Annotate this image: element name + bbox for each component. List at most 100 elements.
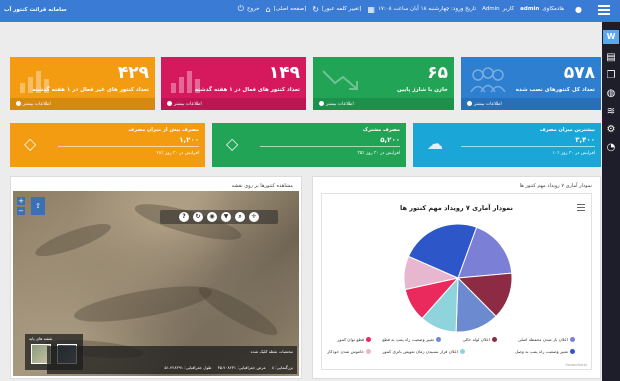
card-subtext: ۳۵٪ افزایش در ۳۰ روز (357, 151, 400, 156)
arrow-circle-icon (467, 101, 472, 106)
legend-label: تغییر وضعیت راه پمپ به وصل (515, 349, 568, 354)
legend-item[interactable]: اعلان لوله خالی (462, 337, 497, 342)
card-installed-meters: ۵۷۸ تعداد کل کنتورهای نصب شده اطلاعات بی… (461, 57, 601, 110)
zoom-in-button[interactable]: + (17, 197, 25, 205)
legend-swatch (492, 337, 497, 342)
legend-label: اعلان باز شدن محفظه اصلی (517, 337, 568, 342)
chart-container: نمودار آماری ۷ رویداد مهم کنتور ها اعلان… (321, 193, 592, 370)
more-info-label: اطلاعات بیشتر (474, 102, 502, 107)
more-info-link[interactable]: اطلاعات بیشتر (161, 98, 306, 110)
filter-icon[interactable]: ▼ (221, 212, 231, 222)
globe-icon[interactable]: ◍ (605, 88, 617, 100)
legend-label: قطع توان کنتور (337, 337, 364, 342)
legend-label: اعلان لوله خالی (462, 337, 491, 342)
chart-icon[interactable]: ◔ (605, 142, 617, 154)
cloud-icon: ☁ (427, 134, 443, 153)
more-info-label: اطلاعات بیشتر (174, 102, 202, 107)
chart-panel: نمودار آماری ۷ رویداد مهم کنتور ها نمودا… (312, 176, 601, 379)
layers-icon[interactable]: ≋ (605, 106, 617, 118)
legend-swatch (436, 337, 441, 342)
card-value: ۴۲۹ (117, 63, 149, 83)
card-value: ۵۷۸ (563, 63, 595, 83)
legend-item[interactable]: قطع توان کنتور (337, 337, 371, 342)
username: admin (520, 6, 540, 12)
login-date-label: تاریخ ورود: چهارشنبه ۱۸ آبان ساعت ۱۷:۰۸ (377, 6, 477, 12)
home-link[interactable]: ⌂ [صفحه اصلی] (266, 5, 307, 14)
arrow-circle-icon (16, 101, 21, 106)
change-password-label: [تغییر کلمه عبور] (322, 6, 362, 12)
latitude-value: عرض جغرافیایی: ۳۵.۷۰۸۲۳۱ (217, 365, 266, 370)
arrow-circle-icon (319, 101, 324, 106)
progress-bar (58, 146, 199, 147)
card-title: مصرف پیش از میزان مصرف (128, 127, 199, 133)
more-info-label: اطلاعات بیشتر (23, 102, 51, 107)
card-label: تعداد کنتور های فعال در ۱ هفته گذشته (194, 87, 300, 93)
change-password-link[interactable]: ↻ [تغییر کلمه عبور] (312, 5, 361, 14)
more-info-link[interactable]: اطلاعات بیشتر (313, 98, 454, 110)
card-title: مصرف مشترک (362, 127, 400, 133)
card-subtext: ۱۰٪ افزایش در ۳۰ روز (552, 151, 595, 156)
refresh-map-icon[interactable]: ↻ (193, 212, 203, 222)
calendar-icon: ▦ (367, 4, 375, 14)
progress-bar (260, 146, 400, 147)
chart-credit: fusioncharts (565, 363, 587, 367)
user-role: هادمکاوی (542, 6, 565, 12)
user-info: admin هادمکاوی ● (520, 5, 582, 14)
chart-menu-button[interactable] (577, 204, 585, 213)
exit-label: خروج (246, 6, 260, 12)
document-icon[interactable]: ▤ (605, 52, 617, 64)
chart-title: نمودار آماری ۷ رویداد مهم کنتور ها (400, 204, 513, 212)
tag-icon: ◇ (24, 134, 37, 153)
legend-swatch (366, 337, 371, 342)
arrow-circle-icon (167, 101, 172, 106)
legend-swatch (570, 349, 575, 354)
coordinates-panel: مختصات نقطه کلیک شده طول جغرافیایی: ۵۱.۴… (47, 346, 297, 374)
progress-bar (461, 146, 595, 147)
card-subtext: ۲۸٪ افزایش در ۳۰ روز (156, 151, 199, 156)
copy-icon[interactable]: ❐ (605, 70, 617, 82)
map-panel: مشاهده کنتورها بر روی نقشه + − ⇧ نقشه ها… (10, 176, 302, 379)
operator-name: Admin (482, 6, 500, 12)
zoom-out-button[interactable]: − (17, 207, 25, 215)
legend-item[interactable]: خاموش شدن خودکار (327, 349, 371, 354)
header-items: ⏻ خروج ⌂ [صفحه اصلی] ↻ [تغییر کلمه عبور]… (238, 4, 582, 14)
refresh-icon: ↻ (312, 4, 319, 14)
legend-item[interactable]: تغییر وضعیت راه پمپ به قطع (382, 337, 441, 342)
help-icon[interactable]: ? (179, 212, 189, 222)
card-low-battery: ۶۵ خازن با شارژ پایین اطلاعات بیشتر (313, 57, 454, 110)
legend-item[interactable]: تغییر وضعیت راه پمپ به وصل (515, 349, 575, 354)
legend-item[interactable]: اعلان باز شدن محفظه اصلی (518, 337, 575, 342)
more-info-link[interactable]: اطلاعات بیشتر (10, 98, 155, 110)
legend-item[interactable]: اعلان قرار نسبیدن زمان تعویض باتری کنتور (382, 349, 465, 354)
user-icon: ● (575, 4, 582, 14)
top-header: سامانه قرائت کنتور آب ⏻ خروج ⌂ [صفحه اصل… (0, 0, 620, 22)
home-label: [صفحه اصلی] (273, 6, 307, 12)
card-value: ۳,۴۰۰ (575, 136, 595, 144)
menu-toggle-button[interactable] (598, 5, 610, 17)
card-label: تعداد کنتور های غیر فعال در ۱ هفته گذشته (32, 87, 149, 93)
coordinates-title: مختصات نقطه کلیک شده (250, 349, 293, 354)
card-value: ۵,۲۰۰ (380, 136, 400, 144)
card-inactive-meters: ۴۲۹ تعداد کنتور های غیر فعال در ۱ هفته گ… (10, 57, 155, 110)
login-date: ▦ تاریخ ورود: چهارشنبه ۱۸ آبان ساعت ۱۷:۰… (367, 5, 476, 14)
operator-label: کاربر (502, 6, 515, 12)
search-icon[interactable]: ⌕ (235, 212, 245, 222)
gear-icon[interactable]: ⚙ (605, 124, 617, 136)
logo-icon[interactable]: W (603, 30, 619, 44)
legend-swatch (366, 349, 371, 354)
card-value: ۱۴۹ (268, 63, 300, 83)
camera-icon[interactable]: ◉ (207, 212, 217, 222)
card-value: ۱,۲۰۰ (179, 136, 199, 144)
more-info-link[interactable]: اطلاعات بیشتر (461, 98, 601, 110)
crosshair-icon[interactable]: ✛ (249, 212, 259, 222)
legend-label: خاموش شدن خودکار (327, 349, 364, 354)
card-value: ۶۵ (427, 63, 448, 83)
card-active-meters: ۱۴۹ تعداد کنتور های فعال در ۱ هفته گذشته… (161, 57, 306, 110)
exit-link[interactable]: ⏻ خروج (238, 4, 260, 14)
legend-label: اعلان قرار نسبیدن زمان تعویض باتری کنتور (382, 349, 458, 354)
operator-info: Admin کاربر (482, 6, 514, 12)
trend-down-icon (322, 70, 358, 90)
home-view-button[interactable]: ⇧ (31, 197, 45, 215)
card-title: بیشترین میزان مصرف (539, 127, 595, 133)
map-toolbar: ? ↻ ◉ ▼ ⌕ ✛ (160, 210, 278, 224)
